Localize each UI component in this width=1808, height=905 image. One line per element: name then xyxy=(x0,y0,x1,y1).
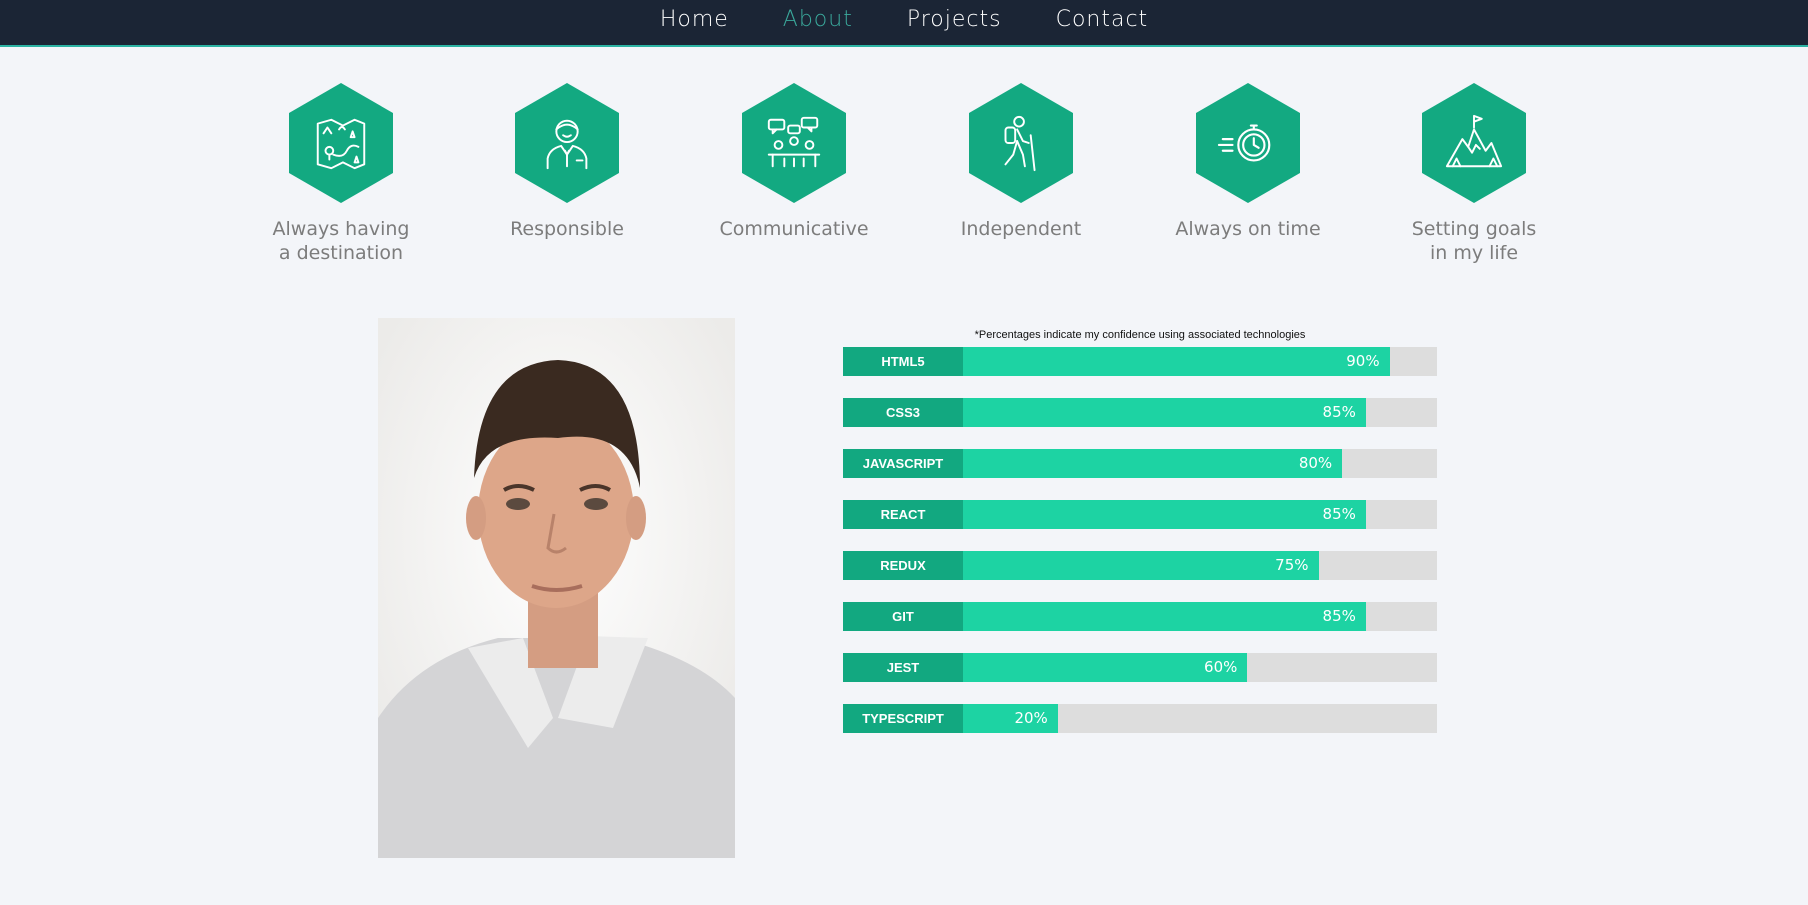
skill-name: TYPESCRIPT xyxy=(843,704,963,733)
quality-responsible: Responsible xyxy=(467,83,667,241)
skill-bar-jest: JEST 60% xyxy=(843,653,1437,682)
qualities-section: Always having a destination Responsible xyxy=(0,83,1808,273)
skill-fill: 85% xyxy=(963,500,1366,529)
quality-destination: Always having a destination xyxy=(241,83,441,265)
skills-note: *Percentages indicate my confidence usin… xyxy=(974,329,1306,341)
skill-bars: HTML5 90% CSS3 85% JAVASCRIPT 80% REACT 85% REDU… xyxy=(843,347,1437,733)
skills-panel: *Percentages indicate my confidence usin… xyxy=(843,326,1437,733)
quality-goals: Setting goals in my life xyxy=(1374,83,1574,265)
skill-track: 75% xyxy=(963,551,1437,580)
skill-percent: 80% xyxy=(1298,454,1333,472)
quality-independent: Independent xyxy=(921,83,1121,241)
skill-name: REDUX xyxy=(843,551,963,580)
skill-bar-javascript: JAVASCRIPT 80% xyxy=(843,449,1437,478)
skill-bar-css3: CSS3 85% xyxy=(843,398,1437,427)
skill-track: 85% xyxy=(963,602,1437,631)
skill-track: 60% xyxy=(963,653,1437,682)
skill-track: 85% xyxy=(963,500,1437,529)
nav-menu: Home About Projects Contact xyxy=(633,0,1175,36)
nav-link-home[interactable]: Home xyxy=(633,4,756,36)
nav-link-contact[interactable]: Contact xyxy=(1029,4,1176,36)
skill-track: 20% xyxy=(963,704,1437,733)
mountain-flag-icon xyxy=(1422,83,1526,203)
skill-name: JAVASCRIPT xyxy=(843,449,963,478)
skill-fill: 85% xyxy=(963,602,1366,631)
skill-bar-html5: HTML5 90% xyxy=(843,347,1437,376)
hiker-icon xyxy=(969,83,1073,203)
skill-percent: 85% xyxy=(1322,505,1356,523)
quality-label: Always having a destination xyxy=(272,218,410,264)
stopwatch-icon xyxy=(1196,83,1300,203)
nav-link-projects[interactable]: Projects xyxy=(880,4,1029,36)
skill-percent: 85% xyxy=(1322,403,1356,421)
skill-name: GIT xyxy=(843,602,963,631)
nav-link-about[interactable]: About xyxy=(756,4,880,36)
skill-bar-react: REACT 85% xyxy=(843,500,1437,529)
skill-name: REACT xyxy=(843,500,963,529)
skill-percent: 75% xyxy=(1275,556,1309,574)
profile-photo xyxy=(378,318,735,858)
skill-percent: 60% xyxy=(1204,658,1238,676)
skill-fill: 20% xyxy=(963,704,1058,733)
quality-on-time: Always on time xyxy=(1148,83,1348,241)
quality-label: Setting goals in my life xyxy=(1411,218,1537,264)
quality-label: Independent xyxy=(960,218,1082,240)
top-navbar: Home About Projects Contact xyxy=(0,0,1808,47)
skill-bar-typescript: TYPESCRIPT 20% xyxy=(843,704,1437,733)
map-icon xyxy=(289,83,393,203)
skill-name: HTML5 xyxy=(843,347,963,376)
skill-percent: 85% xyxy=(1322,607,1356,625)
skill-bar-git: GIT 85% xyxy=(843,602,1437,631)
quality-label: Responsible xyxy=(510,218,624,240)
skill-fill: 60% xyxy=(963,653,1248,682)
skill-track: 85% xyxy=(963,398,1437,427)
skill-bar-redux: REDUX 75% xyxy=(843,551,1437,580)
quality-label: Communicative xyxy=(719,218,869,240)
quality-label: Always on time xyxy=(1175,218,1321,240)
skill-track: 90% xyxy=(963,347,1437,376)
skill-percent: 90% xyxy=(1346,352,1380,370)
skill-fill: 75% xyxy=(963,551,1319,580)
businessman-icon xyxy=(515,83,619,203)
skill-percent: 20% xyxy=(1014,709,1048,727)
skill-fill: 85% xyxy=(963,398,1366,427)
skill-track: 80% xyxy=(963,449,1437,478)
skill-fill: 80% xyxy=(963,449,1343,478)
skill-fill: 90% xyxy=(963,347,1390,376)
skill-name: CSS3 xyxy=(843,398,963,427)
skill-name: JEST xyxy=(843,653,963,682)
quality-communicative: Communicative xyxy=(694,83,894,241)
meeting-icon xyxy=(742,83,846,203)
